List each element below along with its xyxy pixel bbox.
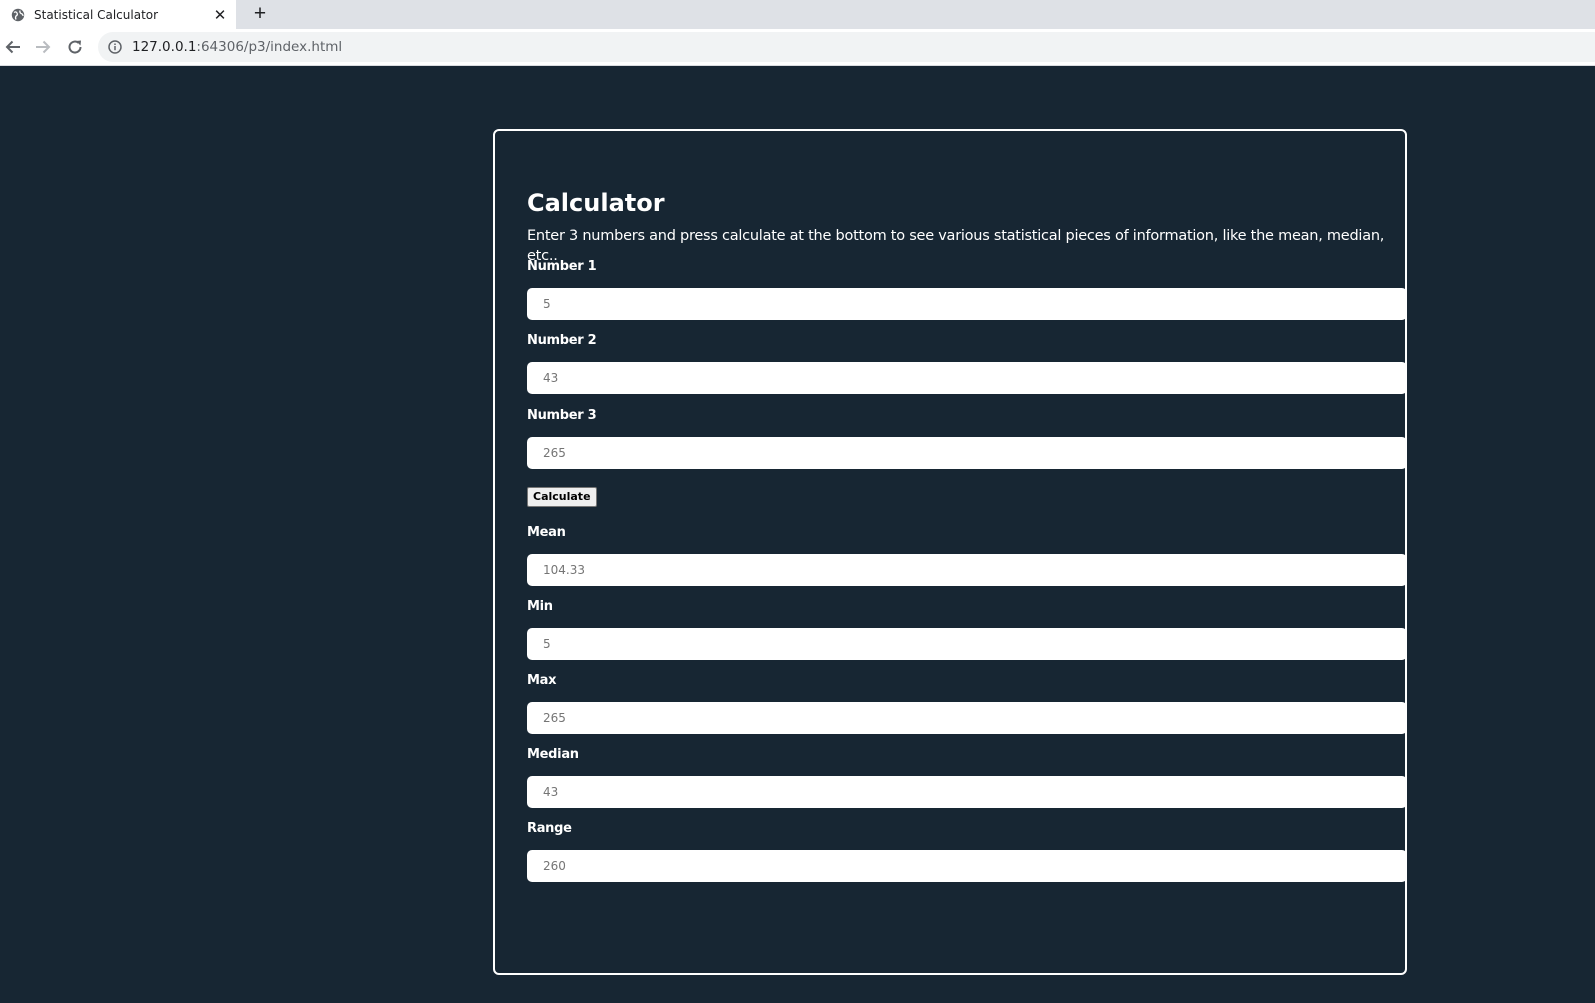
calculate-button[interactable]: Calculate xyxy=(527,487,597,507)
max-label: Max xyxy=(527,673,557,688)
url-text[interactable]: 127.0.0.1:64306/p3/index.html xyxy=(132,39,342,55)
info-icon[interactable] xyxy=(108,40,122,54)
url-host: 127.0.0.1 xyxy=(132,39,197,55)
min-output[interactable] xyxy=(527,628,1407,660)
close-icon[interactable]: ✕ xyxy=(206,1,234,29)
plus-icon[interactable]: + xyxy=(246,1,274,27)
forward-arrow-icon[interactable] xyxy=(30,34,56,60)
range-label: Range xyxy=(527,821,572,836)
number2-input[interactable] xyxy=(527,362,1407,394)
number3-input[interactable] xyxy=(527,437,1407,469)
mean-output[interactable] xyxy=(527,554,1407,586)
instructions-text: Enter 3 numbers and press calculate at t… xyxy=(527,228,1385,264)
number3-label: Number 3 xyxy=(527,408,597,423)
browser-tab-bar: Statistical Calculator ✕ + xyxy=(0,0,1595,29)
median-label: Median xyxy=(527,747,579,762)
number1-input[interactable] xyxy=(527,288,1407,320)
address-bar[interactable]: 127.0.0.1:64306/p3/index.html xyxy=(98,32,1595,62)
calculator-card: Calculator Enter 3 numbers and press cal… xyxy=(493,129,1407,975)
number1-label: Number 1 xyxy=(527,259,597,274)
median-output[interactable] xyxy=(527,776,1407,808)
globe-icon xyxy=(11,8,25,22)
page-content: Calculator Enter 3 numbers and press cal… xyxy=(0,66,1595,1003)
tab-title: Statistical Calculator xyxy=(34,7,159,22)
url-path: :64306/p3/index.html xyxy=(196,39,343,55)
min-label: Min xyxy=(527,599,553,614)
browser-tab[interactable]: Statistical Calculator ✕ xyxy=(0,0,236,29)
number2-label: Number 2 xyxy=(527,333,597,348)
mean-label: Mean xyxy=(527,525,566,540)
page-title: Calculator xyxy=(527,189,665,217)
reload-icon[interactable] xyxy=(62,34,88,60)
calculator-form: Calculator Enter 3 numbers and press cal… xyxy=(527,187,1407,882)
back-arrow-icon[interactable] xyxy=(0,34,26,60)
browser-toolbar: 127.0.0.1:64306/p3/index.html xyxy=(0,29,1595,66)
range-output[interactable] xyxy=(527,850,1407,882)
max-output[interactable] xyxy=(527,702,1407,734)
